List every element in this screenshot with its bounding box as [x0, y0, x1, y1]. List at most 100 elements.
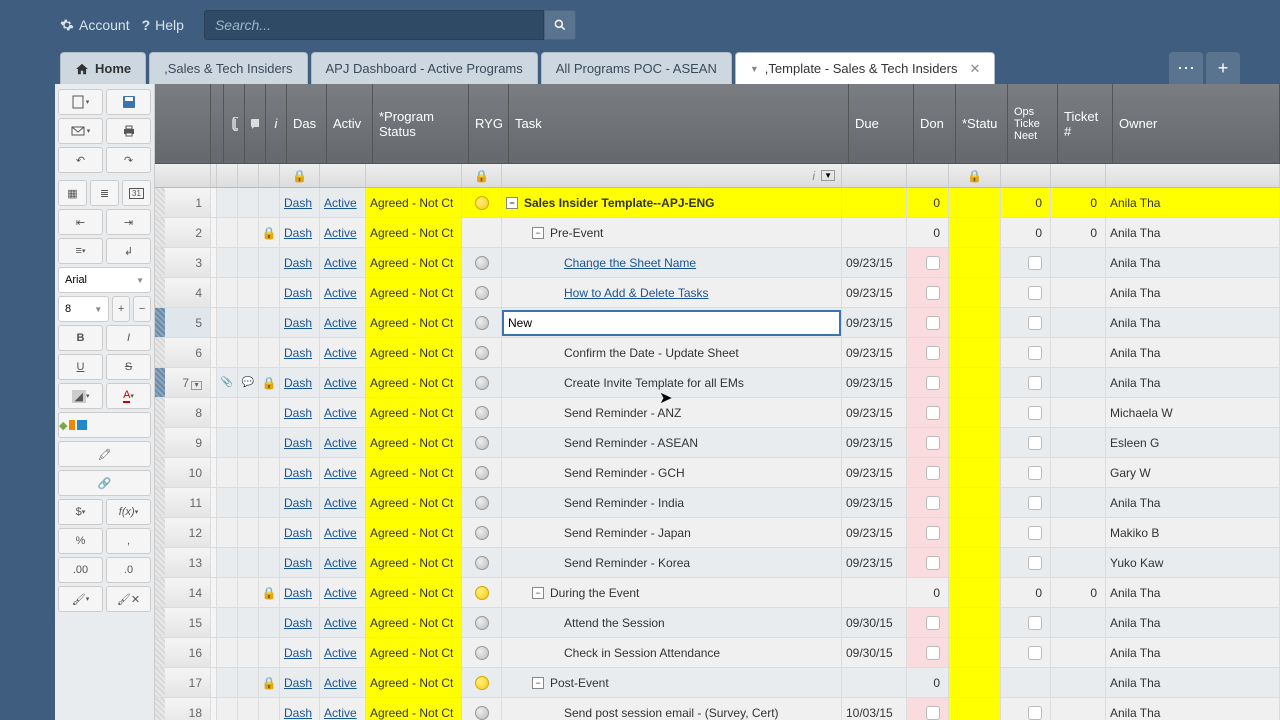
highlight-button[interactable]: 🖍: [58, 441, 151, 467]
row-number[interactable]: 14: [155, 578, 211, 607]
ops-checkbox[interactable]: [1028, 526, 1042, 540]
active-link[interactable]: Active: [324, 196, 357, 210]
collapse-icon[interactable]: −: [506, 197, 518, 209]
done-checkbox[interactable]: [926, 316, 940, 330]
done-cell[interactable]: [907, 278, 949, 307]
col-program-status[interactable]: *Program Status: [373, 84, 469, 163]
table-row[interactable]: 3 Dash Active Agreed - Not Ct Change the…: [155, 248, 1280, 278]
task-link[interactable]: Change the Sheet Name: [564, 256, 696, 270]
active-link[interactable]: Active: [324, 316, 357, 330]
done-cell[interactable]: 0: [907, 578, 949, 607]
collapse-icon[interactable]: −: [532, 677, 544, 689]
table-row[interactable]: 18 Dash Active Agreed - Not Ct Send post…: [155, 698, 1280, 720]
table-row[interactable]: 5 Dash Active Agreed - Not Ct 09/23/15 A…: [155, 308, 1280, 338]
done-checkbox[interactable]: [926, 646, 940, 660]
ops-checkbox[interactable]: [1028, 496, 1042, 510]
table-row[interactable]: 13 Dash Active Agreed - Not Ct Send Remi…: [155, 548, 1280, 578]
col-info[interactable]: i: [266, 84, 287, 163]
row-number[interactable]: 8: [155, 398, 211, 427]
row-number[interactable]: 9: [155, 428, 211, 457]
new-file-button[interactable]: ▾: [58, 89, 103, 115]
tab-apj-dashboard[interactable]: APJ Dashboard - Active Programs: [311, 52, 538, 84]
decimal-inc-button[interactable]: .00: [58, 557, 103, 583]
col-owner[interactable]: Owner: [1113, 84, 1280, 163]
dash-link[interactable]: Dash: [284, 646, 312, 660]
font-select[interactable]: Arial▼: [58, 267, 151, 293]
active-link[interactable]: Active: [324, 556, 357, 570]
table-row[interactable]: 17 🔒 Dash Active Agreed - Not Ct −Post-E…: [155, 668, 1280, 698]
col-done[interactable]: Don: [914, 84, 956, 163]
done-checkbox[interactable]: [926, 436, 940, 450]
dash-link[interactable]: Dash: [284, 496, 312, 510]
done-checkbox[interactable]: [926, 376, 940, 390]
more-tabs-button[interactable]: ⋯: [1169, 52, 1203, 84]
dash-link[interactable]: Dash: [284, 526, 312, 540]
ops-checkbox[interactable]: [1028, 316, 1042, 330]
ops-cell[interactable]: [1001, 248, 1051, 277]
table-row[interactable]: 8 Dash Active Agreed - Not Ct Send Remin…: [155, 398, 1280, 428]
col-status[interactable]: *Statu: [956, 84, 1008, 163]
done-cell[interactable]: 0: [907, 188, 949, 217]
wrap-button[interactable]: ↲: [106, 238, 151, 264]
calendar-view-button[interactable]: 31: [122, 180, 151, 206]
done-checkbox[interactable]: [926, 526, 940, 540]
ops-checkbox[interactable]: [1028, 436, 1042, 450]
ops-cell[interactable]: [1001, 278, 1051, 307]
fontsize-up-button[interactable]: +: [112, 296, 130, 322]
row-number[interactable]: 16: [155, 638, 211, 667]
dash-link[interactable]: Dash: [284, 676, 312, 690]
fill-color-button[interactable]: ◢▾: [58, 383, 103, 409]
active-link[interactable]: Active: [324, 256, 357, 270]
print-button[interactable]: [106, 118, 151, 144]
function-button[interactable]: f(x)▾: [106, 499, 151, 525]
active-link[interactable]: Active: [324, 616, 357, 630]
done-cell[interactable]: [907, 488, 949, 517]
table-row[interactable]: 10 Dash Active Agreed - Not Ct Send Remi…: [155, 458, 1280, 488]
col-ryg[interactable]: RYG: [469, 84, 509, 163]
ops-cell[interactable]: [1001, 368, 1051, 397]
done-cell[interactable]: [907, 548, 949, 577]
ops-checkbox[interactable]: [1028, 466, 1042, 480]
done-checkbox[interactable]: [926, 286, 940, 300]
dash-link[interactable]: Dash: [284, 466, 312, 480]
table-row[interactable]: 7▼ 📎 💬 🔒 Dash Active Agreed - Not Ct Cre…: [155, 368, 1280, 398]
ops-checkbox[interactable]: [1028, 256, 1042, 270]
ops-checkbox[interactable]: [1028, 286, 1042, 300]
conditional-format-button[interactable]: ◆: [58, 412, 151, 438]
mail-button[interactable]: ▾: [58, 118, 103, 144]
row-number[interactable]: 11: [155, 488, 211, 517]
ops-cell[interactable]: 0: [1001, 188, 1051, 217]
table-row[interactable]: 15 Dash Active Agreed - Not Ct Attend th…: [155, 608, 1280, 638]
ops-cell[interactable]: [1001, 458, 1051, 487]
save-button[interactable]: [106, 89, 151, 115]
done-checkbox[interactable]: [926, 466, 940, 480]
dash-link[interactable]: Dash: [284, 256, 312, 270]
search-input[interactable]: [204, 10, 544, 40]
gantt-view-button[interactable]: ≣: [90, 180, 119, 206]
active-link[interactable]: Active: [324, 406, 357, 420]
table-row[interactable]: 14 🔒 Dash Active Agreed - Not Ct −During…: [155, 578, 1280, 608]
active-link[interactable]: Active: [324, 346, 357, 360]
format-painter-button[interactable]: 🖌▾: [58, 586, 103, 612]
done-cell[interactable]: [907, 458, 949, 487]
ops-checkbox[interactable]: [1028, 406, 1042, 420]
done-cell[interactable]: [907, 608, 949, 637]
done-cell[interactable]: [907, 428, 949, 457]
tab-sales-tech[interactable]: ,Sales & Tech Insiders: [149, 52, 307, 84]
task-edit-input[interactable]: [502, 310, 841, 336]
ops-cell[interactable]: [1001, 518, 1051, 547]
ops-cell[interactable]: [1001, 548, 1051, 577]
dash-link[interactable]: Dash: [284, 316, 312, 330]
grid-view-button[interactable]: ▦: [58, 180, 87, 206]
italic-button[interactable]: I: [106, 325, 151, 351]
row-number[interactable]: 6: [155, 338, 211, 367]
clear-format-button[interactable]: 🖌✕: [106, 586, 151, 612]
active-link[interactable]: Active: [324, 526, 357, 540]
done-checkbox[interactable]: [926, 406, 940, 420]
done-checkbox[interactable]: [926, 706, 940, 720]
ops-checkbox[interactable]: [1028, 616, 1042, 630]
dash-link[interactable]: Dash: [284, 286, 312, 300]
row-number[interactable]: 1: [155, 188, 211, 217]
active-link[interactable]: Active: [324, 496, 357, 510]
dash-link[interactable]: Dash: [284, 346, 312, 360]
